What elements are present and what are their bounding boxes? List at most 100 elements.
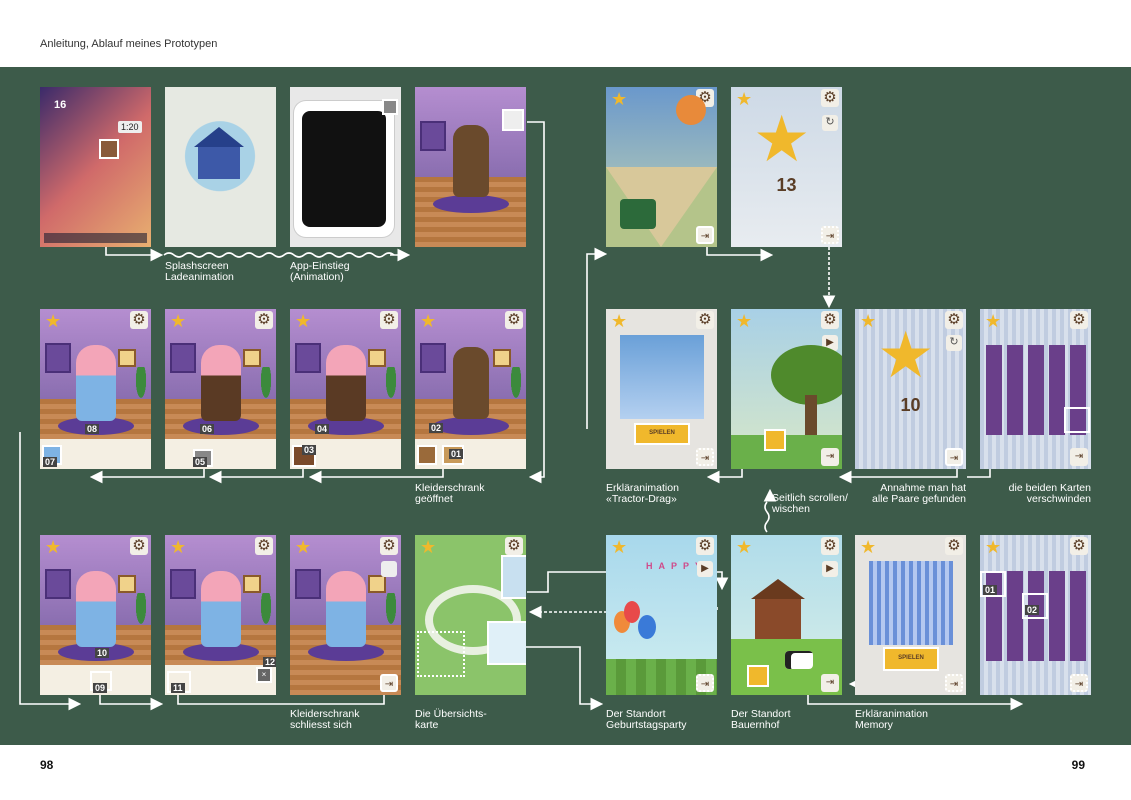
- star-icon: ★: [170, 311, 187, 331]
- exit-icon[interactable]: ⇥: [1070, 674, 1088, 692]
- picture-frame: [118, 349, 136, 367]
- window: [45, 569, 71, 599]
- gear-icon[interactable]: ⚙: [821, 311, 839, 329]
- window: [295, 343, 321, 373]
- gear-icon[interactable]: ⚙: [821, 89, 839, 107]
- star-icon: ★: [420, 537, 437, 557]
- plant: [257, 367, 275, 411]
- wardrobe-hanger-icon[interactable]: [381, 561, 397, 577]
- gear-icon[interactable]: ⚙: [255, 537, 273, 555]
- gear-icon[interactable]: ⚙: [1070, 537, 1088, 555]
- refresh-icon[interactable]: ↻: [946, 335, 962, 351]
- spielen-button[interactable]: SPIELEN: [883, 647, 939, 671]
- bear-character: [453, 347, 489, 419]
- pig-character: [201, 345, 241, 421]
- exit-icon[interactable]: ⇥: [945, 448, 963, 466]
- gear-icon[interactable]: ⚙: [945, 311, 963, 329]
- tablet-screen: [302, 111, 386, 227]
- caption-karten-weg: die beiden Karten verschwinden: [1008, 482, 1091, 505]
- gear-icon[interactable]: ⚙: [380, 311, 398, 329]
- refresh-icon[interactable]: ↻: [822, 115, 838, 131]
- barn-icon: [755, 597, 801, 639]
- step-tag: 08: [85, 424, 100, 434]
- wardrobe-pig-step-3: ★ ⚙ 05 06: [165, 309, 276, 469]
- exit-icon[interactable]: ⇥: [821, 674, 839, 692]
- score-value: 13: [776, 175, 797, 195]
- bear-character: [453, 125, 489, 197]
- window: [420, 121, 446, 151]
- plant: [132, 593, 150, 637]
- tree-scene-screen: ★ ⚙ ▶ ⇥: [731, 309, 842, 469]
- memory-game-screen: ★ ⚙ 01 02 ⇥: [980, 535, 1091, 695]
- star-icon: ★: [45, 537, 62, 557]
- gear-icon[interactable]: ⚙: [696, 311, 714, 329]
- smiling-star-icon: ★: [877, 319, 935, 391]
- star-token[interactable]: [764, 429, 786, 451]
- balloon-icon: [624, 601, 640, 623]
- wardrobe-pig-step-2: ★ ⚙ 03 04: [290, 309, 401, 469]
- caption-paare: Annahme man hat alle Paare gefunden: [872, 482, 966, 505]
- wardrobe-pig-step-4: ★ ⚙ 07 08: [40, 309, 151, 469]
- gear-icon[interactable]: ⚙: [130, 311, 148, 329]
- map-location-party[interactable]: [501, 555, 526, 599]
- gear-icon[interactable]: ⚙: [505, 537, 523, 555]
- wardrobe-hanger-icon[interactable]: [502, 109, 524, 131]
- gear-icon[interactable]: ⚙: [1070, 311, 1088, 329]
- picture-frame: [118, 575, 136, 593]
- star-icon: ★: [295, 311, 312, 331]
- star-icon: ★: [736, 311, 753, 331]
- rug: [433, 417, 509, 435]
- tractor-road-screen: ★ ⚙ ⇥: [606, 87, 717, 247]
- memory-card[interactable]: [1064, 407, 1090, 433]
- caption-schrank-offen: Kleiderschrank geöffnet: [415, 482, 485, 505]
- star-icon: ★: [985, 311, 1002, 331]
- exit-icon[interactable]: ⇥: [696, 674, 714, 692]
- bear-room-screen: [415, 87, 526, 247]
- step-tag: 10: [95, 648, 110, 658]
- exit-icon[interactable]: ⇥: [821, 448, 839, 466]
- gear-icon[interactable]: ⚙: [130, 537, 148, 555]
- step-tag: 05: [193, 457, 208, 467]
- cow-icon: [785, 651, 813, 669]
- exit-icon[interactable]: ⇥: [696, 448, 714, 466]
- splash-screen: [165, 87, 276, 247]
- plant: [132, 367, 150, 411]
- house-icon: [198, 145, 240, 179]
- app-icon[interactable]: [99, 139, 119, 159]
- exit-icon[interactable]: ⇥: [380, 674, 398, 692]
- step-tag: 06: [200, 424, 215, 434]
- step-tag: 02: [429, 423, 444, 433]
- gear-icon[interactable]: ⚙: [505, 311, 523, 329]
- close-icon[interactable]: ×: [256, 667, 272, 683]
- close-icon[interactable]: [382, 99, 398, 115]
- map-location-house[interactable]: [417, 631, 465, 677]
- picture-frame: [368, 349, 386, 367]
- pig-character: [76, 345, 116, 421]
- gear-icon[interactable]: ⚙: [945, 537, 963, 555]
- balloon-icon: [638, 615, 656, 639]
- exit-icon[interactable]: ⇥: [696, 226, 714, 244]
- gear-icon[interactable]: ⚙: [255, 311, 273, 329]
- star-icon: ★: [170, 537, 187, 557]
- caption-memory: Erkläranimation Memory: [855, 708, 928, 731]
- exit-icon[interactable]: ⇥: [1070, 448, 1088, 466]
- step-tag: 11: [171, 683, 185, 693]
- exit-icon[interactable]: ⇥: [821, 226, 839, 244]
- spielen-button[interactable]: SPIELEN: [634, 423, 690, 445]
- star-token[interactable]: [747, 665, 769, 687]
- star-icon: ★: [45, 311, 62, 331]
- tutorial-panel: [869, 561, 953, 645]
- wardrobe-pig-step-5: ★ ⚙ 09 10: [40, 535, 151, 695]
- gear-icon[interactable]: ⚙: [380, 537, 398, 555]
- gear-icon[interactable]: ⚙: [696, 537, 714, 555]
- play-icon[interactable]: ▶: [697, 561, 713, 577]
- exit-icon[interactable]: ⇥: [945, 674, 963, 692]
- play-icon[interactable]: ▶: [822, 561, 838, 577]
- gear-icon[interactable]: ⚙: [821, 537, 839, 555]
- map-location-farm[interactable]: [487, 621, 526, 665]
- window: [170, 343, 196, 373]
- smiling-star-icon: ★: [753, 103, 811, 175]
- step-tag: 12: [263, 657, 276, 667]
- spielen-label: SPIELEN: [898, 655, 924, 661]
- clothes-item[interactable]: [417, 445, 437, 465]
